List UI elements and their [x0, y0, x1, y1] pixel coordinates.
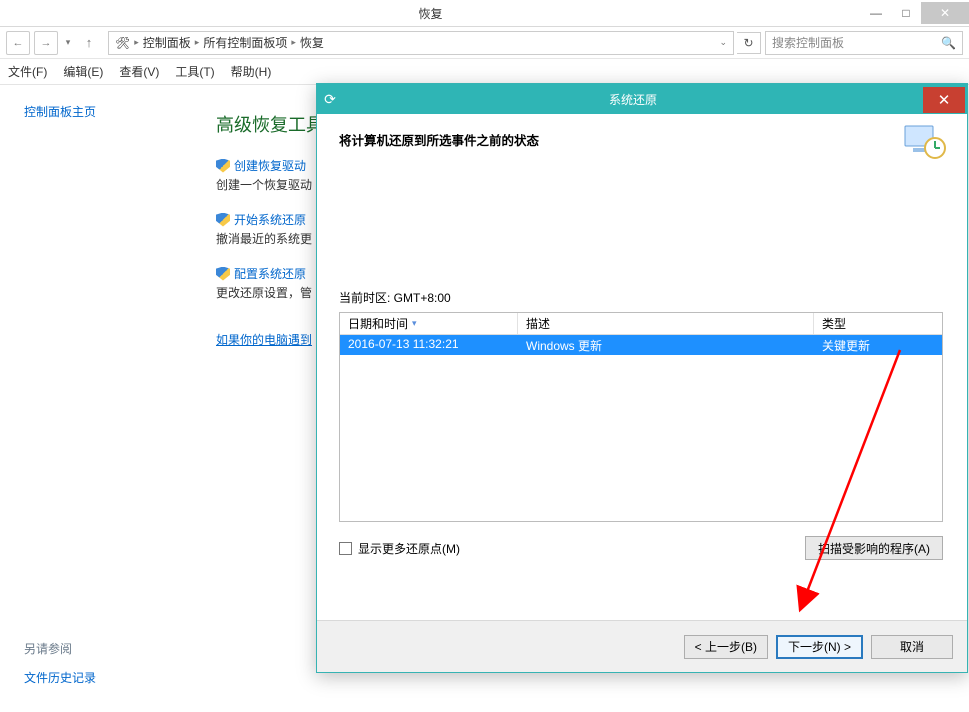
refresh-button[interactable]: ↻ — [737, 32, 761, 54]
breadcrumb-icon: 🛠 — [115, 36, 130, 50]
dialog-footer: < 上一步(B) 下一步(N) > 取消 — [317, 620, 967, 672]
breadcrumb-item[interactable]: 控制面板 — [143, 34, 191, 51]
shield-icon — [216, 267, 230, 281]
window-close-button[interactable]: ✕ — [921, 2, 969, 24]
cancel-button[interactable]: 取消 — [871, 635, 953, 659]
next-button[interactable]: 下一步(N) > — [776, 635, 863, 659]
restore-points-table: 日期和时间 ▾ 描述 类型 2016-07-13 11:32:21 Window… — [339, 312, 943, 522]
sort-desc-icon: ▾ — [412, 318, 417, 329]
dialog-title: 系统还原 — [343, 91, 923, 108]
menu-edit[interactable]: 编辑(E) — [63, 63, 103, 80]
shield-icon — [216, 159, 230, 173]
col-datetime[interactable]: 日期和时间 ▾ — [340, 313, 518, 334]
col-type[interactable]: 类型 — [814, 313, 942, 334]
see-also-label: 另请参阅 — [24, 640, 200, 657]
search-icon: 🔍 — [941, 36, 956, 50]
breadcrumb-item[interactable]: 所有控制面板项 — [203, 34, 287, 51]
dialog-titlebar[interactable]: ⟳ 系统还原 ✕ — [317, 84, 967, 114]
minimize-button[interactable]: — — [861, 2, 891, 24]
shield-icon — [216, 213, 230, 227]
table-header: 日期和时间 ▾ 描述 类型 — [340, 313, 942, 335]
dialog-heading: 将计算机还原到所选事件之前的状态 — [339, 130, 945, 149]
nav-history-dropdown[interactable]: ▾ — [62, 37, 74, 48]
menu-view[interactable]: 查看(V) — [119, 63, 159, 80]
nav-forward-button[interactable]: → — [34, 31, 58, 55]
table-row[interactable]: 2016-07-13 11:32:21 Windows 更新 关键更新 — [340, 335, 942, 355]
checkbox-box — [339, 542, 352, 555]
cell-type: 关键更新 — [814, 335, 942, 355]
menu-help[interactable]: 帮助(H) — [231, 63, 272, 80]
maximize-button[interactable]: □ — [891, 2, 921, 24]
breadcrumb[interactable]: 🛠 ▸ 控制面板 ▸ 所有控制面板项 ▸ 恢复 ⌄ — [108, 31, 734, 55]
show-more-checkbox[interactable]: 显示更多还原点(M) — [339, 540, 460, 557]
breadcrumb-dropdown-icon[interactable]: ⌄ — [719, 37, 727, 48]
menu-bar: 文件(F) 编辑(E) 查看(V) 工具(T) 帮助(H) — [0, 59, 969, 85]
cell-description: Windows 更新 — [518, 335, 814, 355]
nav-toolbar: ← → ▾ ↑ 🛠 ▸ 控制面板 ▸ 所有控制面板项 ▸ 恢复 ⌄ ↻ 搜索控制… — [0, 27, 969, 59]
breadcrumb-item[interactable]: 恢复 — [300, 34, 324, 51]
system-restore-dialog: ⟳ 系统还原 ✕ 将计算机还原到所选事件之前的状态 当前时区: GMT+8:00… — [316, 83, 968, 673]
menu-tools[interactable]: 工具(T) — [175, 63, 214, 80]
dialog-close-button[interactable]: ✕ — [923, 87, 965, 113]
chevron-right-icon: ▸ — [291, 37, 296, 48]
window-titlebar: 恢复 — □ ✕ — [0, 0, 969, 27]
monitor-clock-icon — [903, 122, 947, 172]
search-placeholder: 搜索控制面板 — [772, 34, 844, 51]
back-button[interactable]: < 上一步(B) — [684, 635, 768, 659]
timezone-label: 当前时区: GMT+8:00 — [339, 289, 945, 306]
sidebar: 控制面板主页 另请参阅 文件历史记录 — [0, 85, 200, 712]
search-input[interactable]: 搜索控制面板 🔍 — [765, 31, 963, 55]
sidebar-file-history-link[interactable]: 文件历史记录 — [24, 669, 200, 686]
nav-back-button[interactable]: ← — [6, 31, 30, 55]
nav-up-button[interactable]: ↑ — [78, 32, 100, 54]
chevron-right-icon: ▸ — [134, 37, 139, 48]
col-description[interactable]: 描述 — [518, 313, 814, 334]
chevron-right-icon: ▸ — [195, 37, 200, 48]
menu-file[interactable]: 文件(F) — [8, 63, 47, 80]
checkbox-label: 显示更多还原点(M) — [358, 540, 460, 557]
cell-datetime: 2016-07-13 11:32:21 — [340, 335, 518, 355]
window-title: 恢复 — [0, 5, 861, 22]
sidebar-home-link[interactable]: 控制面板主页 — [24, 103, 200, 120]
restore-icon: ⟳ — [317, 91, 343, 108]
troubleshoot-link[interactable]: 如果你的电脑遇到 — [216, 333, 312, 347]
scan-affected-programs-button[interactable]: 扫描受影响的程序(A) — [805, 536, 943, 560]
